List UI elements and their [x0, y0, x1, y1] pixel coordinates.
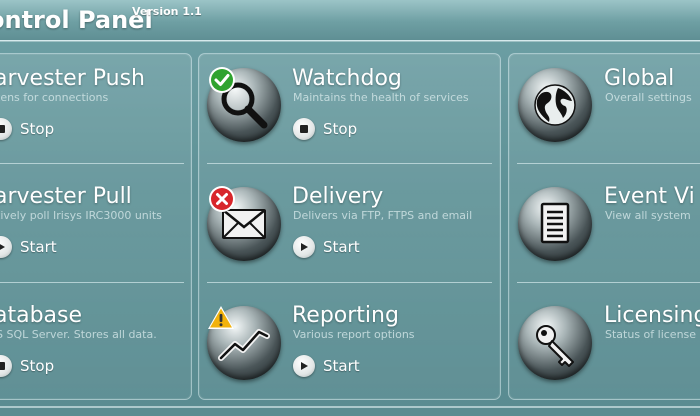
divider — [0, 163, 184, 164]
tile-title: Delivery — [292, 184, 384, 209]
bottom-rule — [0, 406, 700, 408]
divider — [207, 163, 492, 164]
check-badge-icon — [209, 67, 235, 93]
licensing-orb[interactable] — [518, 306, 592, 380]
document-icon — [540, 202, 570, 244]
globe-icon — [534, 84, 576, 126]
tile-title: Reporting — [292, 303, 399, 328]
harvester-pull-start-button[interactable]: Start — [0, 235, 57, 259]
tile-description: tens for connections — [0, 91, 109, 104]
tile-title: Event Vi — [604, 184, 695, 209]
tile-description: S SQL Server. Stores all data. — [0, 328, 157, 341]
tile-description: Maintains the health of services — [293, 91, 469, 104]
tile-description: Various report options — [293, 328, 415, 341]
divider — [517, 282, 700, 283]
tile-title: atabase — [0, 303, 83, 328]
divider — [207, 282, 492, 283]
title-bar: ontrol Panel Version 1.1 — [0, 0, 700, 41]
play-icon — [0, 236, 12, 258]
tile-description: Status of license — [605, 328, 697, 341]
divider — [0, 282, 184, 283]
database-stop-button[interactable]: Stop — [0, 354, 54, 378]
divider — [517, 163, 700, 164]
delivery-start-button[interactable]: Start — [293, 235, 360, 259]
key-icon — [536, 325, 574, 367]
stop-icon — [0, 118, 12, 140]
error-badge-icon — [209, 186, 235, 212]
watchdog-stop-button[interactable]: Stop — [293, 117, 357, 141]
tile-description: Overall settings — [605, 91, 692, 104]
app-version: Version 1.1 — [132, 5, 202, 18]
play-icon — [293, 236, 315, 258]
services-panel-left — [0, 53, 192, 400]
stop-icon — [293, 118, 315, 140]
tile-description: View all system — [605, 209, 691, 222]
tile-description: Delivers via FTP, FTPS and email — [293, 209, 473, 222]
stop-icon — [0, 355, 12, 377]
reporting-start-button[interactable]: Start — [293, 354, 360, 378]
event-viewer-orb[interactable] — [518, 187, 592, 261]
tile-title: Watchdog — [292, 66, 402, 91]
tile-title: arvester Push — [0, 66, 145, 91]
tile-title: Licensing — [604, 303, 700, 328]
tile-title: arvester Pull — [0, 184, 132, 209]
tile-description: tively poll Irisys IRC3000 units — [0, 209, 162, 222]
harvester-push-stop-button[interactable]: Stop — [0, 117, 54, 141]
play-icon — [293, 355, 315, 377]
tile-title: Global — [604, 66, 675, 91]
global-orb[interactable] — [518, 68, 592, 142]
warning-badge-icon — [208, 306, 234, 329]
app-title: ontrol Panel — [0, 6, 153, 34]
